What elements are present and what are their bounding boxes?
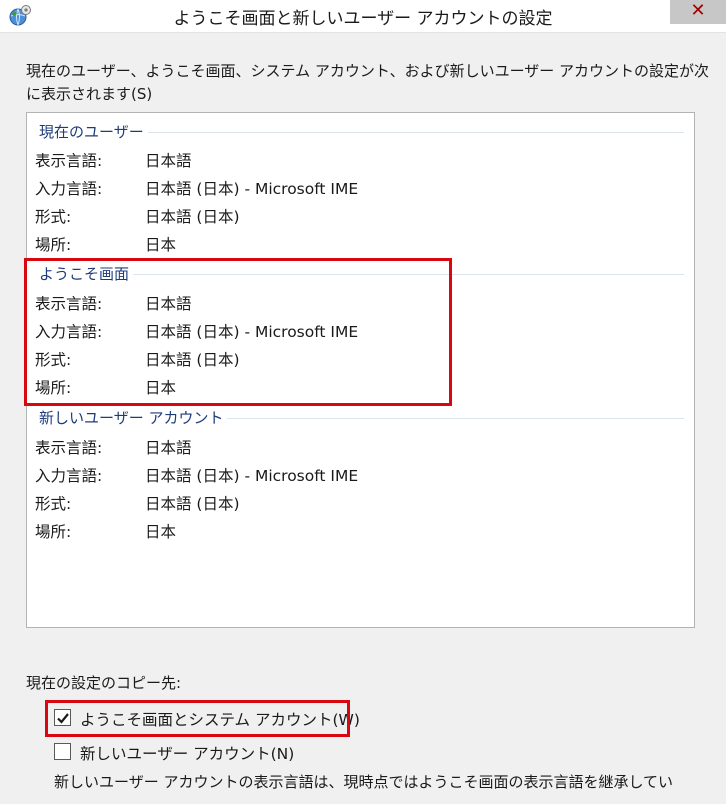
setting-value: 日本語 (日本) bbox=[145, 495, 240, 513]
group-header-label: 現在のユーザー bbox=[39, 123, 148, 141]
checkbox-box[interactable] bbox=[54, 709, 71, 726]
setting-label: 場所: bbox=[35, 236, 72, 254]
group-header-current-user: 現在のユーザー bbox=[39, 121, 684, 141]
setting-value: 日本 bbox=[145, 523, 177, 541]
setting-label: 場所: bbox=[35, 379, 72, 397]
setting-label: 場所: bbox=[35, 523, 72, 541]
inherit-note: 新しいユーザー アカウントの表示言語は、現時点ではようこそ画面の表示言語を継承し… bbox=[54, 773, 674, 791]
setting-label: 表示言語: bbox=[35, 295, 103, 313]
settings-description: 現在のユーザー、ようこそ画面、システム アカウント、および新しいユーザー アカウ… bbox=[26, 62, 710, 103]
checkbox-label: 新しいユーザー アカウント(N) bbox=[80, 745, 295, 763]
settings-list[interactable]: 現在のユーザー 表示言語: 日本語 入力言語: 日本語 (日本) - Micro… bbox=[26, 112, 695, 628]
setting-label: 入力言語: bbox=[35, 323, 103, 341]
setting-label: 形式: bbox=[35, 351, 72, 369]
setting-value: 日本 bbox=[145, 379, 177, 397]
window-title: ようこそ画面と新しいユーザー アカウントの設定 bbox=[173, 9, 553, 29]
checkbox-label: ようこそ画面とシステム アカウント(W) bbox=[80, 711, 360, 729]
group-header-new-user-account: 新しいユーザー アカウント bbox=[39, 407, 684, 427]
setting-label: 表示言語: bbox=[35, 439, 103, 457]
setting-label: 形式: bbox=[35, 208, 72, 226]
setting-value: 日本語 (日本) - Microsoft IME bbox=[145, 180, 359, 198]
setting-value: 日本語 (日本) - Microsoft IME bbox=[145, 467, 359, 485]
setting-value: 日本語 bbox=[145, 295, 192, 313]
setting-value: 日本語 (日本) bbox=[145, 351, 240, 369]
setting-value: 日本 bbox=[145, 236, 177, 254]
setting-label: 表示言語: bbox=[35, 152, 103, 170]
checkbox-box[interactable] bbox=[54, 743, 71, 760]
setting-label: 形式: bbox=[35, 495, 72, 513]
setting-label: 入力言語: bbox=[35, 467, 103, 485]
setting-value: 日本語 (日本) bbox=[145, 208, 240, 226]
title-bar: ようこそ画面と新しいユーザー アカウントの設定 ✕ bbox=[0, 0, 726, 33]
group-divider bbox=[39, 274, 684, 275]
setting-label: 入力言語: bbox=[35, 180, 103, 198]
close-icon: ✕ bbox=[690, 0, 706, 21]
group-header-label: 新しいユーザー アカウント bbox=[39, 409, 228, 427]
copy-to-label: 現在の設定のコピー先: bbox=[26, 674, 182, 692]
check-icon bbox=[57, 713, 69, 724]
setting-value: 日本語 bbox=[145, 152, 192, 170]
group-header-welcome-screen: ようこそ画面 bbox=[39, 263, 684, 283]
setting-value: 日本語 bbox=[145, 439, 192, 457]
setting-value: 日本語 (日本) - Microsoft IME bbox=[145, 323, 359, 341]
close-button[interactable]: ✕ bbox=[670, 0, 726, 24]
group-header-label: ようこそ画面 bbox=[39, 265, 134, 283]
